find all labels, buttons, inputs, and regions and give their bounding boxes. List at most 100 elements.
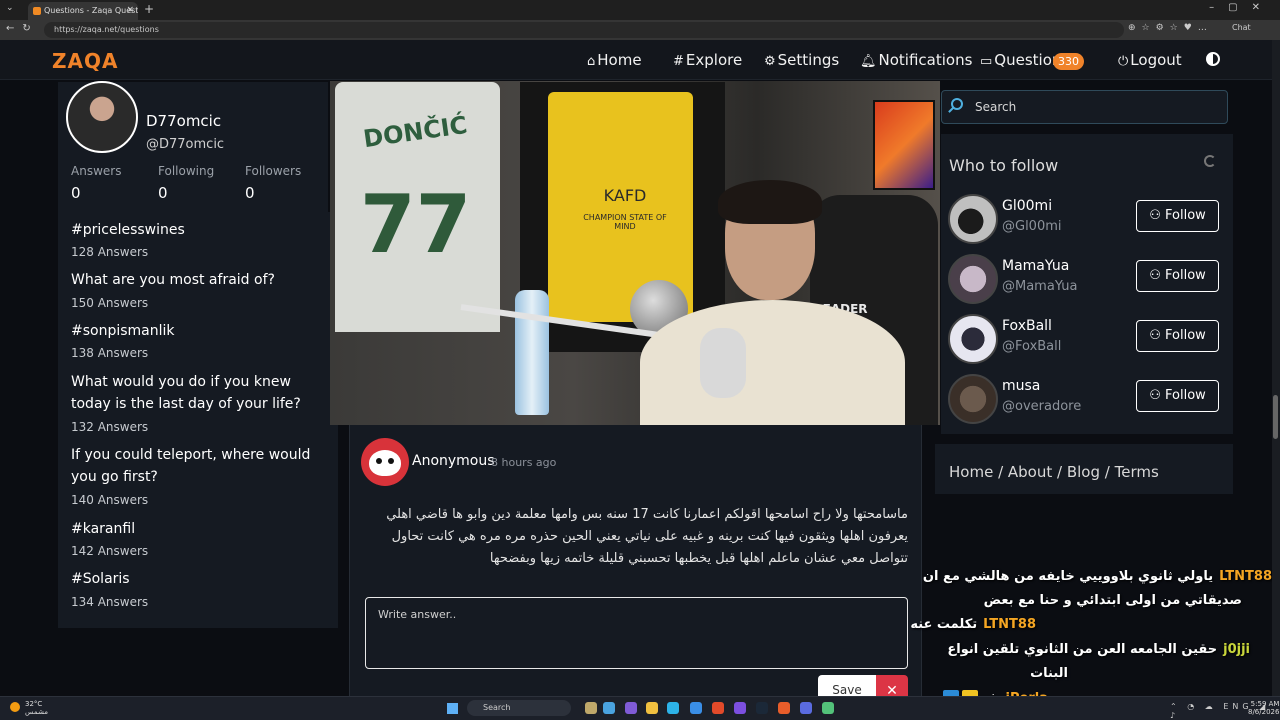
answer-input[interactable]: [365, 597, 908, 669]
steam-icon[interactable]: [756, 702, 768, 714]
trending-item-count: 150 Answers: [71, 296, 149, 310]
folder-icon[interactable]: [646, 702, 658, 714]
nav-notifications[interactable]: 🔔︎ Notifications: [860, 51, 972, 69]
stat-value-followers: 0: [245, 184, 255, 202]
search-input[interactable]: [975, 97, 1215, 117]
chat-button[interactable]: Chat: [1232, 23, 1251, 32]
trending-item-title[interactable]: If you could teleport, where would you g…: [71, 444, 331, 488]
cat-eye-left: [376, 458, 382, 464]
obs-icon[interactable]: [822, 702, 834, 714]
avatar[interactable]: [948, 374, 998, 424]
asker-name: Anonymous: [412, 453, 495, 469]
cat-eye-right: [388, 458, 394, 464]
windows-taskbar: [0, 696, 1280, 720]
jersey-number-text: 77: [360, 178, 472, 271]
cat-face-icon: [369, 450, 401, 476]
app-icon[interactable]: [800, 702, 812, 714]
tab-favicon: [33, 7, 41, 15]
footer-link-about[interactable]: About: [1008, 463, 1052, 481]
trending-item-title[interactable]: #karanfil: [71, 518, 331, 540]
wall-painting: [873, 100, 935, 190]
stat-label-answers: Answers: [71, 164, 122, 178]
follow-suggestion-handle: @FoxBall: [1002, 339, 1062, 354]
avatar[interactable]: [948, 254, 998, 304]
follow-suggestion-name[interactable]: FoxBall: [1002, 318, 1052, 334]
hash-icon: #: [673, 54, 684, 69]
follow-button[interactable]: ⚇ Follow: [1136, 380, 1219, 412]
app-icon[interactable]: [778, 702, 790, 714]
browser-nav-buttons[interactable]: ←↻: [6, 23, 39, 34]
user-plus-icon: ⚇: [1149, 208, 1165, 223]
chat-username: j0jji: [1223, 642, 1250, 657]
trending-item-title[interactable]: What would you do if you knew today is t…: [71, 371, 331, 415]
trending-item-count: 134 Answers: [71, 595, 149, 609]
nav-settings[interactable]: ⚙ Settings: [764, 51, 839, 69]
trending-item-title[interactable]: #pricelesswines: [71, 219, 331, 241]
weather-widget[interactable]: 32°C مشمس: [25, 700, 48, 716]
user-plus-icon: ⚇: [1149, 388, 1165, 403]
page-scrollbar[interactable]: [1272, 40, 1280, 696]
new-tab-icon[interactable]: +: [144, 2, 154, 16]
follow-suggestion-name[interactable]: Gl00mi: [1002, 198, 1052, 214]
url-field[interactable]: https://zaqa.net/questions: [44, 22, 1124, 38]
taskbar-search[interactable]: Search: [467, 700, 571, 716]
trending-item-count: 128 Answers: [71, 245, 149, 259]
questions-count-badge: 330: [1053, 53, 1084, 70]
discord-icon[interactable]: [734, 702, 746, 714]
avatar[interactable]: [948, 314, 998, 364]
nav-explore[interactable]: # Explore: [673, 51, 742, 69]
browser-tab[interactable]: Questions - Zaqa Question & Ans ×: [28, 2, 138, 20]
avatar[interactable]: [66, 81, 138, 153]
browser-toolbar-icons[interactable]: ⊕☆⚙☆♥…: [1128, 23, 1213, 33]
brave-icon[interactable]: [712, 702, 724, 714]
chat-message: البنات: [1030, 666, 1068, 681]
trending-item-title[interactable]: #Solaris: [71, 568, 331, 590]
site-logo[interactable]: ZAQA: [52, 49, 118, 73]
profile-username: @D77omcic: [146, 137, 225, 152]
search-icon: [951, 98, 963, 110]
teams-icon[interactable]: [625, 702, 637, 714]
follow-suggestion-name[interactable]: MamaYua: [1002, 258, 1069, 274]
window-controls[interactable]: –▢✕: [1209, 2, 1274, 13]
chat-message: LTNT88تكلمت عنه: [910, 617, 1036, 632]
refresh-icon[interactable]: [1204, 155, 1216, 167]
footer-link-home[interactable]: Home: [949, 463, 993, 481]
streamer-body: [640, 300, 905, 425]
chat-username: LTNT88: [1219, 569, 1272, 584]
copilot-icon[interactable]: [603, 702, 615, 714]
chat-bubble-icon: ▭: [980, 54, 993, 69]
windows-start-icon[interactable]: [447, 703, 458, 714]
trending-item-title[interactable]: #sonpismanlik: [71, 320, 331, 342]
edge-icon[interactable]: [667, 702, 679, 714]
nav-home[interactable]: ⌂ Home: [587, 51, 642, 69]
chat-message: LTNT88ياولي ثانوي بلاووييي خايفه من هالش…: [922, 569, 1272, 584]
follow-suggestion-handle: @overadore: [1002, 399, 1082, 414]
scrollbar-thumb[interactable]: [1273, 395, 1278, 439]
chat-message: j0jjiحقين الجامعه العن من الثانوي تلقين …: [947, 642, 1250, 657]
streamer-hair: [718, 180, 822, 224]
follow-suggestion-name[interactable]: musa: [1002, 378, 1040, 394]
follow-button[interactable]: ⚇ Follow: [1136, 320, 1219, 352]
file-explorer-icon[interactable]: [585, 702, 597, 714]
trending-item-count: 132 Answers: [71, 420, 149, 434]
footer-link-blog[interactable]: Blog: [1067, 463, 1100, 481]
question-timestamp: 8 hours ago: [491, 456, 557, 469]
trending-item-title[interactable]: What are you most afraid of?: [71, 269, 331, 291]
stat-value-answers: 0: [71, 184, 81, 202]
nav-logout[interactable]: ⏻ Logout: [1118, 51, 1182, 69]
avatar[interactable]: [948, 194, 998, 244]
close-tab-icon[interactable]: ×: [126, 5, 134, 15]
question-text: ماسامحتها ولا راح اسامحها اقولكم اعمارنا…: [386, 507, 908, 566]
theme-toggle-icon[interactable]: [1206, 52, 1220, 66]
tab-menu-icon[interactable]: ⌄: [6, 3, 14, 13]
stat-label-followers: Followers: [245, 164, 302, 178]
taskbar-clock[interactable]: 5:59 AM 8/6/2026: [1248, 700, 1279, 716]
store-icon[interactable]: [690, 702, 702, 714]
chat-message: صديقاتي من اولى ابتدائي و حنا مع بعض: [983, 593, 1242, 608]
yellow-jersey-text: KAFD: [603, 186, 647, 205]
weather-icon[interactable]: [10, 702, 20, 712]
chat-username: LTNT88: [983, 617, 1036, 632]
follow-button[interactable]: ⚇ Follow: [1136, 200, 1219, 232]
footer-link-terms[interactable]: Terms: [1115, 463, 1159, 481]
follow-button[interactable]: ⚇ Follow: [1136, 260, 1219, 292]
